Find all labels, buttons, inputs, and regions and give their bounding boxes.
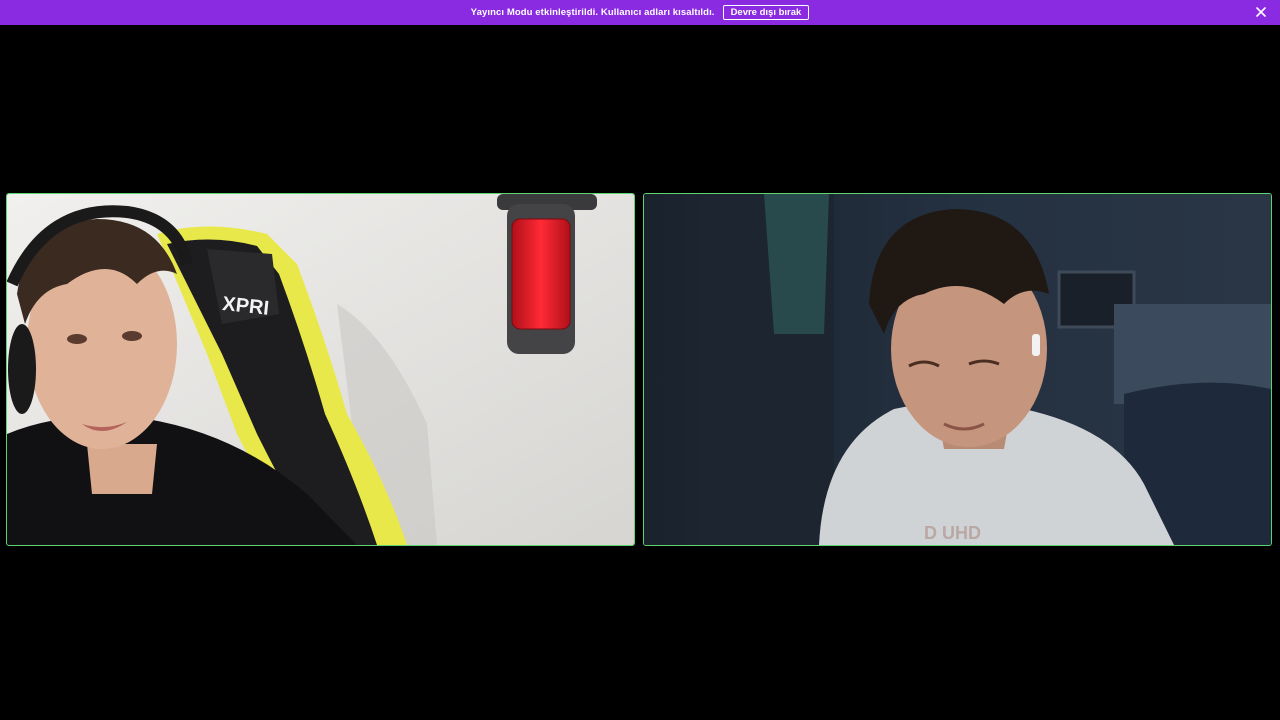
participant-video-tile-1[interactable]: XPRI [6, 193, 635, 546]
video-grid: XPRI D UHD [0, 25, 1280, 720]
streamer-mode-banner: Yayıncı Modu etkinleştirildi. Kullanıcı … [0, 0, 1280, 25]
voice-call-window: Yayıncı Modu etkinleştirildi. Kullanıcı … [0, 0, 1280, 720]
streamer-mode-message: Yayıncı Modu etkinleştirildi. Kullanıcı … [470, 7, 715, 18]
participant-2-video-feed: D UHD [644, 194, 1271, 545]
participant-video-tile-2[interactable]: D UHD [643, 193, 1272, 546]
close-icon[interactable] [1254, 5, 1268, 19]
disable-streamer-mode-button[interactable]: Devre dışı bırak [722, 5, 810, 20]
shirt-print-text: D UHD [924, 523, 981, 543]
participant-1-video-feed: XPRI [7, 194, 634, 545]
